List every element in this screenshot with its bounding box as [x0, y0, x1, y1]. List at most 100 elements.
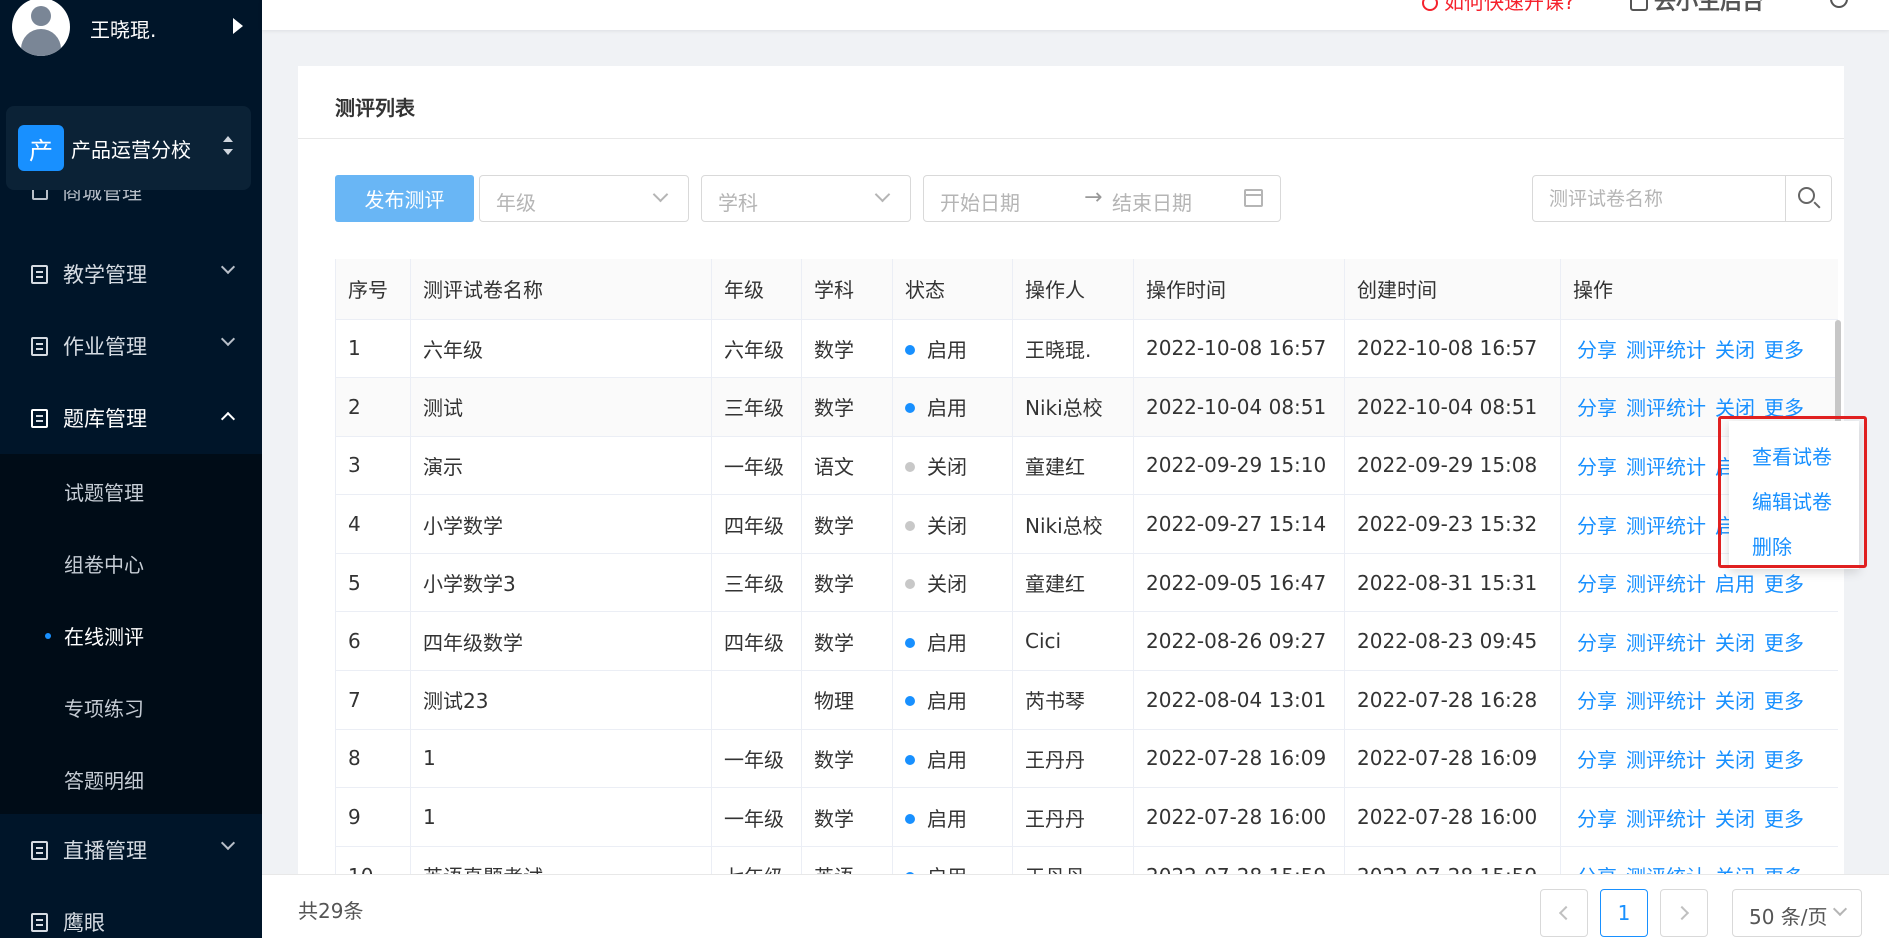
more-link[interactable]: 更多 [1764, 572, 1804, 596]
sidebar-subitem-questions[interactable]: 试题管理 [0, 454, 262, 526]
sidebar-subitem-paper-center[interactable]: 组卷中心 [0, 526, 262, 598]
created-time-cell: 2022-07-28 16:09 [1344, 729, 1561, 789]
search-box [1532, 175, 1832, 222]
operator-cell: Cici [1012, 611, 1134, 672]
stats-link[interactable]: 测评统计 [1626, 396, 1706, 420]
operation-time-cell: 2022-08-04 13:01 [1133, 670, 1345, 730]
stats-link[interactable]: 测评统计 [1626, 455, 1706, 479]
chevron-right-icon [1674, 905, 1690, 921]
sidebar-subitem-label: 在线测评 [64, 625, 144, 649]
sidebar: 王晓琨. 产 产品运营分校 商城管理 教学管理 作业管理 题库管理 试题管理 组… [0, 0, 262, 938]
stats-link[interactable]: 测评统计 [1626, 338, 1706, 362]
sidebar-subitem-online-assessment[interactable]: 在线测评 [0, 598, 262, 670]
status-dot-icon [905, 461, 915, 472]
toggle-status-link[interactable]: 关闭 [1715, 807, 1755, 831]
created-time-cell: 2022-09-29 15:08 [1344, 436, 1561, 496]
created-time-cell: 2022-08-23 09:45 [1344, 611, 1561, 672]
toggle-status-link[interactable]: 关闭 [1715, 338, 1755, 362]
share-link[interactable]: 分享 [1577, 748, 1617, 772]
stats-link[interactable]: 测评统计 [1626, 748, 1706, 772]
toggle-status-link[interactable]: 关闭 [1715, 631, 1755, 655]
backend-link-label: 去小生后台 [1654, 0, 1765, 15]
publish-assessment-button[interactable]: 发布测评 [335, 175, 474, 222]
eye-icon [31, 913, 48, 932]
stats-link[interactable]: 测评统计 [1626, 514, 1706, 538]
operation-time-cell: 2022-07-28 16:09 [1133, 729, 1345, 789]
submenu-question-bank: 试题管理 组卷中心 在线测评 专项练习 答题明细 [0, 454, 262, 814]
more-link[interactable]: 更多 [1764, 338, 1804, 362]
more-link[interactable]: 更多 [1764, 807, 1804, 831]
share-link[interactable]: 分享 [1577, 514, 1617, 538]
help-link[interactable]: 如何快速开课? [1422, 0, 1575, 15]
stats-link[interactable]: 测评统计 [1626, 572, 1706, 596]
grade-cell: 四年级 [711, 494, 802, 554]
sidebar-item-mall[interactable]: 商城管理 [32, 190, 232, 212]
share-link[interactable]: 分享 [1577, 572, 1617, 596]
share-link[interactable]: 分享 [1577, 631, 1617, 655]
date-range-picker[interactable]: 开始日期 → 结束日期 [923, 175, 1281, 222]
share-link[interactable]: 分享 [1577, 689, 1617, 713]
more-link[interactable]: 更多 [1764, 689, 1804, 713]
sidebar-item-live[interactable]: 直播管理 [0, 814, 262, 886]
end-date-input[interactable]: 结束日期 [1112, 187, 1192, 216]
table-scrollbar[interactable] [1835, 320, 1841, 430]
share-link[interactable]: 分享 [1577, 455, 1617, 479]
operator-cell: 童建红 [1012, 553, 1134, 613]
calendar-icon[interactable] [1244, 189, 1263, 207]
row-index: 8 [335, 729, 411, 789]
backend-link[interactable]: 去小生后台 [1630, 0, 1764, 16]
school-switcher[interactable]: 产 产品运营分校 [6, 106, 251, 190]
chevron-down-icon [652, 186, 669, 203]
user-menu[interactable]: 王晓琨. [0, 0, 262, 60]
sidebar-item-eagle-eye[interactable]: 鹰眼 [0, 886, 262, 938]
search-icon[interactable] [1798, 187, 1815, 204]
status-dot-icon [905, 579, 915, 590]
page-size-select[interactable]: 50 条/页 [1732, 889, 1862, 937]
sidebar-subitem-practice[interactable]: 专项练习 [0, 670, 262, 742]
next-page-button[interactable] [1660, 889, 1708, 937]
subject-select[interactable]: 学科 [701, 175, 911, 222]
avatar[interactable] [12, 0, 70, 56]
created-time-cell: 2022-07-28 16:00 [1344, 787, 1561, 847]
more-link[interactable]: 更多 [1764, 631, 1804, 655]
search-input[interactable] [1533, 176, 1785, 221]
more-link[interactable]: 更多 [1764, 748, 1804, 772]
grade-cell: 四年级 [711, 611, 802, 672]
subject-cell: 数学 [801, 553, 893, 613]
row-index: 3 [335, 436, 411, 496]
top-header: 如何快速开课? 去小生后台 [262, 0, 1889, 30]
operator-cell: 芮书琴 [1012, 670, 1134, 730]
caret-right-icon[interactable] [233, 18, 243, 34]
paper-name: 四年级数学 [410, 611, 712, 672]
sidebar-item-homework[interactable]: 作业管理 [0, 310, 262, 382]
share-link[interactable]: 分享 [1577, 338, 1617, 362]
grade-select[interactable]: 年级 [479, 175, 689, 222]
toggle-status-link[interactable]: 关闭 [1715, 689, 1755, 713]
table-row: 9 1 一年级 数学 启用 王丹丹 2022-07-28 16:00 2022-07-28 1… [335, 787, 1838, 847]
table-header-row: 序号 测评试卷名称 年级 学科 状态 操作人 操作时间 创建时间 操作 [335, 259, 1838, 320]
sidebar-subitem-answer-details[interactable]: 答题明细 [0, 742, 262, 814]
sidebar-item-teaching[interactable]: 教学管理 [0, 238, 262, 310]
stats-link[interactable]: 测评统计 [1626, 631, 1706, 655]
paper-name: 演示 [410, 436, 712, 496]
sidebar-item-question-bank[interactable]: 题库管理 [0, 382, 262, 454]
page-number-button[interactable]: 1 [1600, 889, 1648, 937]
share-link[interactable]: 分享 [1577, 396, 1617, 420]
status-cell: 关闭 [892, 553, 1013, 613]
grade-cell: 三年级 [711, 553, 802, 613]
stats-link[interactable]: 测评统计 [1626, 807, 1706, 831]
status-dot-icon [905, 520, 915, 531]
stats-link[interactable]: 测评统计 [1626, 689, 1706, 713]
grade-select-placeholder: 年级 [496, 191, 536, 215]
sort-toggle-icon[interactable] [222, 136, 234, 160]
created-time-cell: 2022-07-28 16:28 [1344, 670, 1561, 730]
share-link[interactable]: 分享 [1577, 807, 1617, 831]
start-date-input[interactable]: 开始日期 [940, 187, 1020, 216]
prev-page-button[interactable] [1540, 889, 1588, 937]
operator-cell: 童建红 [1012, 436, 1134, 496]
chevron-left-icon [1558, 905, 1574, 921]
toggle-status-link[interactable]: 启用 [1715, 572, 1755, 596]
row-index: 2 [335, 377, 411, 437]
toggle-status-link[interactable]: 关闭 [1715, 748, 1755, 772]
settings-icon[interactable] [1830, 0, 1848, 8]
